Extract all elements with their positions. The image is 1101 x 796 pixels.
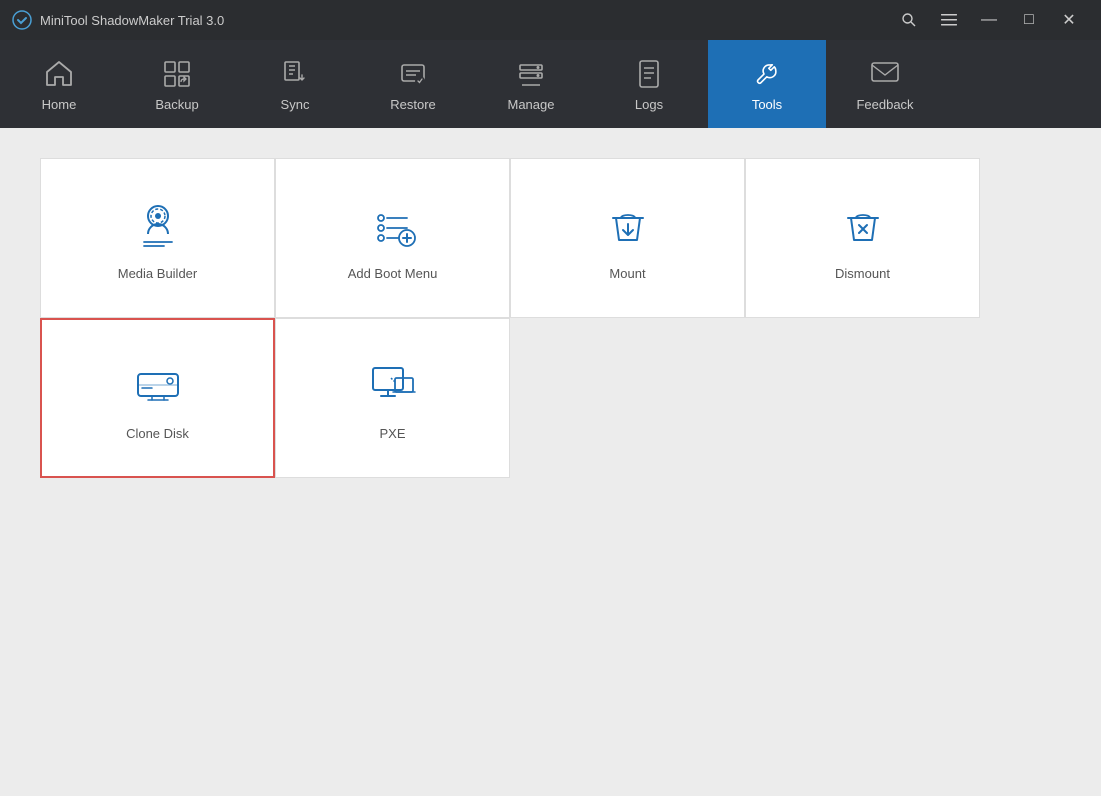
tools-row2: Clone Disk PXE (40, 318, 980, 478)
tool-card-mount[interactable]: Mount (510, 158, 745, 318)
close-btn[interactable]: ✕ (1049, 0, 1089, 40)
tool-label-mount: Mount (609, 266, 645, 281)
hamburger-btn[interactable] (929, 0, 969, 40)
nav-item-feedback[interactable]: Feedback (826, 40, 944, 128)
app-logo (12, 10, 32, 30)
nav-item-backup[interactable]: Backup (118, 40, 236, 128)
nav-label-restore: Restore (390, 97, 436, 112)
search-title-btn[interactable] (889, 0, 929, 40)
title-bar: MiniTool ShadowMaker Trial 3.0 — □ ✕ (0, 0, 1101, 40)
tool-label-pxe: PXE (379, 426, 405, 441)
nav-label-home: Home (42, 97, 77, 112)
nav-item-logs[interactable]: Logs (590, 40, 708, 128)
main-content: Media Builder Add Boot Menu (0, 128, 1101, 796)
tool-card-add-boot-menu[interactable]: Add Boot Menu (275, 158, 510, 318)
tools-row1: Media Builder Add Boot Menu (40, 158, 980, 318)
tool-label-add-boot-menu: Add Boot Menu (348, 266, 438, 281)
nav-label-manage: Manage (508, 97, 555, 112)
maximize-btn[interactable]: □ (1009, 0, 1049, 40)
tool-label-clone-disk: Clone Disk (126, 426, 189, 441)
nav-bar: Home Backup Sync Restore (0, 40, 1101, 128)
tool-card-clone-disk[interactable]: Clone Disk (40, 318, 275, 478)
nav-item-restore[interactable]: Restore (354, 40, 472, 128)
nav-item-sync[interactable]: Sync (236, 40, 354, 128)
nav-item-home[interactable]: Home (0, 40, 118, 128)
nav-item-tools[interactable]: Tools (708, 40, 826, 128)
nav-label-tools: Tools (752, 97, 782, 112)
minimize-btn[interactable]: — (969, 0, 1009, 40)
nav-label-sync: Sync (281, 97, 310, 112)
nav-label-feedback: Feedback (856, 97, 913, 112)
tool-card-pxe[interactable]: PXE (275, 318, 510, 478)
window-controls: — □ ✕ (889, 0, 1089, 40)
tool-label-dismount: Dismount (835, 266, 890, 281)
nav-item-manage[interactable]: Manage (472, 40, 590, 128)
nav-label-backup: Backup (155, 97, 198, 112)
tool-card-dismount[interactable]: Dismount (745, 158, 980, 318)
tool-card-media-builder[interactable]: Media Builder (40, 158, 275, 318)
nav-label-logs: Logs (635, 97, 663, 112)
app-title: MiniTool ShadowMaker Trial 3.0 (40, 13, 889, 28)
tool-label-media-builder: Media Builder (118, 266, 198, 281)
